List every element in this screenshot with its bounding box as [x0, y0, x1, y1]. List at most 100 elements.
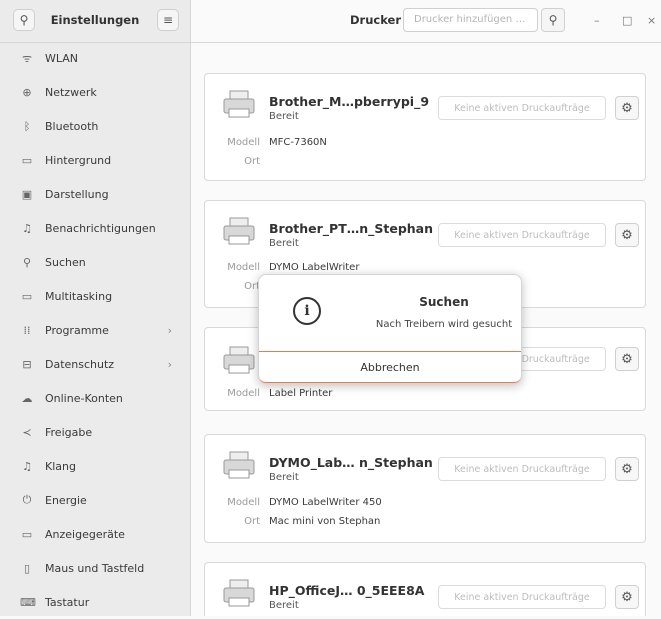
multitasking-icon: ▭ — [21, 289, 33, 303]
sidebar-item-energie[interactable]: ⏻ Energie — [0, 483, 190, 517]
sidebar-item-label: Energie — [45, 493, 87, 507]
sidebar-item-datenschutz[interactable]: ⊟ Datenschutz › — [0, 347, 190, 381]
sidebar-item-label: Programme — [45, 323, 109, 337]
location-label: Ort — [244, 281, 260, 292]
mouse-icon: ▯ — [23, 561, 31, 575]
jobs-button[interactable]: Keine aktiven Druckaufträge — [438, 585, 606, 609]
printer-name: Brother_M…pberrypi_9 — [269, 94, 430, 109]
info-icon: i — [293, 297, 321, 325]
location-label: Ort — [244, 156, 260, 167]
sidebar-item-tastatur[interactable]: ⌨ Tastatur — [0, 585, 190, 619]
gear-icon: ⚙ — [621, 589, 633, 605]
location-value: Mac mini von Stephan — [269, 516, 381, 527]
printer-search-button[interactable]: ⚲ — [541, 8, 565, 32]
sidebar-item-wlan[interactable]: ᯤ WLAN — [0, 41, 190, 75]
cloud-icon: ☁ — [21, 391, 33, 405]
bell-icon: ♫ — [22, 221, 32, 235]
printer-icon — [223, 217, 255, 245]
printer-name: DYMO_Lab… n_Stephan — [269, 455, 433, 470]
printer-name: HP_OfficeJ… 0_5EEE8A — [269, 583, 425, 598]
model-label: Modell — [227, 262, 260, 273]
display-icon: ▭ — [21, 527, 33, 541]
printer-icon — [223, 579, 255, 607]
power-icon: ⏻ — [22, 493, 32, 506]
printer-icon — [223, 346, 255, 374]
sidebar-item-label: Tastatur — [45, 595, 90, 609]
sidebar-item-netzwerk[interactable]: ⊕ Netzwerk — [0, 75, 190, 109]
sidebar-item-label: Netzwerk — [45, 85, 97, 99]
wifi-icon: ᯤ — [21, 51, 33, 65]
appearance-icon: ▣ — [21, 187, 33, 201]
printer-settings-button[interactable]: ⚙ — [615, 347, 639, 371]
location-label: Ort — [244, 516, 260, 527]
dialog-title: Suchen — [419, 295, 469, 309]
printer-status: Bereit — [269, 111, 299, 122]
sidebar-item-label: Maus und Tastfeld — [45, 561, 145, 575]
model-value: DYMO LabelWriter 450 — [269, 497, 382, 508]
sidebar-item-online-konten[interactable]: ☁ Online-Konten — [0, 381, 190, 415]
sidebar-item-klang[interactable]: ♫ Klang — [0, 449, 190, 483]
cancel-button[interactable]: Abbrechen — [259, 351, 521, 383]
sidebar-item-multitasking[interactable]: ▭ Multitasking — [0, 279, 190, 313]
printer-name: Brother_PT…n_Stephan — [269, 221, 434, 236]
menu-button[interactable]: ≡ — [157, 9, 179, 31]
sidebar-item-programme[interactable]: ⁞⁞ Programme › — [0, 313, 190, 347]
sidebar-item-label: Hintergrund — [45, 153, 112, 167]
sidebar-item-label: Benachrichtigungen — [45, 221, 156, 235]
dialog-message: Nach Treibern wird gesucht — [375, 319, 513, 330]
jobs-button[interactable]: Keine aktiven Druckaufträge — [438, 223, 606, 247]
printer-icon — [223, 90, 255, 118]
sidebar-item-anzeigegeraete[interactable]: ▭ Anzeigegeräte — [0, 517, 190, 551]
keyboard-icon: ⌨ — [20, 595, 36, 609]
sidebar-item-hintergrund[interactable]: ▭ Hintergrund — [0, 143, 190, 177]
sidebar-item-label: Multitasking — [45, 289, 113, 303]
printer-status: Bereit — [269, 472, 299, 483]
minimize-button[interactable]: – — [594, 14, 600, 27]
search-dialog: i Suchen Nach Treibern wird gesucht Abbr… — [258, 274, 522, 384]
sidebar-item-label: Darstellung — [45, 187, 109, 201]
sidebar-item-freigabe[interactable]: ≺ Freigabe — [0, 415, 190, 449]
sidebar-item-label: WLAN — [45, 51, 79, 65]
close-button[interactable]: × — [647, 14, 656, 27]
sidebar: ⚲ Einstellungen ≡ ᯤ WLAN ⊕ Netzwerk ᛒ Bluet… — [0, 0, 191, 616]
printer-settings-button[interactable]: ⚙ — [615, 457, 639, 481]
printer-settings-button[interactable]: ⚙ — [615, 223, 639, 247]
sidebar-item-label: Freigabe — [45, 425, 93, 439]
sidebar-item-suchen[interactable]: ⚲ Suchen — [0, 245, 190, 279]
add-printer-field[interactable]: Drucker hinzufügen … — [403, 8, 538, 32]
share-icon: ≺ — [22, 425, 32, 439]
sidebar-item-bluetooth[interactable]: ᛒ Bluetooth — [0, 109, 190, 143]
search-icon: ⚲ — [548, 13, 558, 27]
sidebar-header: ⚲ Einstellungen ≡ — [0, 0, 190, 43]
model-value: MFC-7360N — [269, 137, 327, 148]
page-title: Drucker — [350, 13, 402, 27]
sidebar-item-benachrichtigungen[interactable]: ♫ Benachrichtigungen — [0, 211, 190, 245]
printer-card: DYMO_Lab… n_Stephan Bereit Keine aktiven… — [204, 434, 646, 543]
gear-icon: ⚙ — [621, 227, 633, 243]
printer-icon — [223, 451, 255, 479]
printer-settings-button[interactable]: ⚙ — [615, 96, 639, 120]
sidebar-item-maus-und-tastfeld[interactable]: ▯ Maus und Tastfeld — [0, 551, 190, 585]
bluetooth-icon: ᛒ — [23, 119, 31, 133]
chevron-right-icon: › — [167, 357, 172, 371]
apps-grid-icon: ⁞⁞ — [23, 323, 31, 337]
gear-icon: ⚙ — [621, 100, 633, 116]
sidebar-item-darstellung[interactable]: ▣ Darstellung — [0, 177, 190, 211]
jobs-button[interactable]: Keine aktiven Druckaufträge — [438, 457, 606, 481]
network-icon: ⊕ — [22, 85, 32, 99]
jobs-button[interactable]: Keine aktiven Druckaufträge — [438, 96, 606, 120]
printer-status: Bereit — [269, 600, 299, 611]
sidebar-item-label: Suchen — [45, 255, 86, 269]
gear-icon: ⚙ — [621, 461, 633, 477]
sidebar-item-label: Bluetooth — [45, 119, 99, 133]
printer-status: Bereit — [269, 238, 299, 249]
sidebar-item-label: Online-Konten — [45, 391, 123, 405]
model-label: Modell — [227, 497, 260, 508]
printer-settings-button[interactable]: ⚙ — [615, 585, 639, 609]
sidebar-item-label: Klang — [45, 459, 76, 473]
maximize-button[interactable]: □ — [622, 14, 632, 27]
chevron-right-icon: › — [167, 323, 172, 337]
background-icon: ▭ — [21, 153, 33, 167]
lock-icon: ⊟ — [22, 357, 32, 371]
music-note-icon: ♫ — [22, 459, 32, 473]
